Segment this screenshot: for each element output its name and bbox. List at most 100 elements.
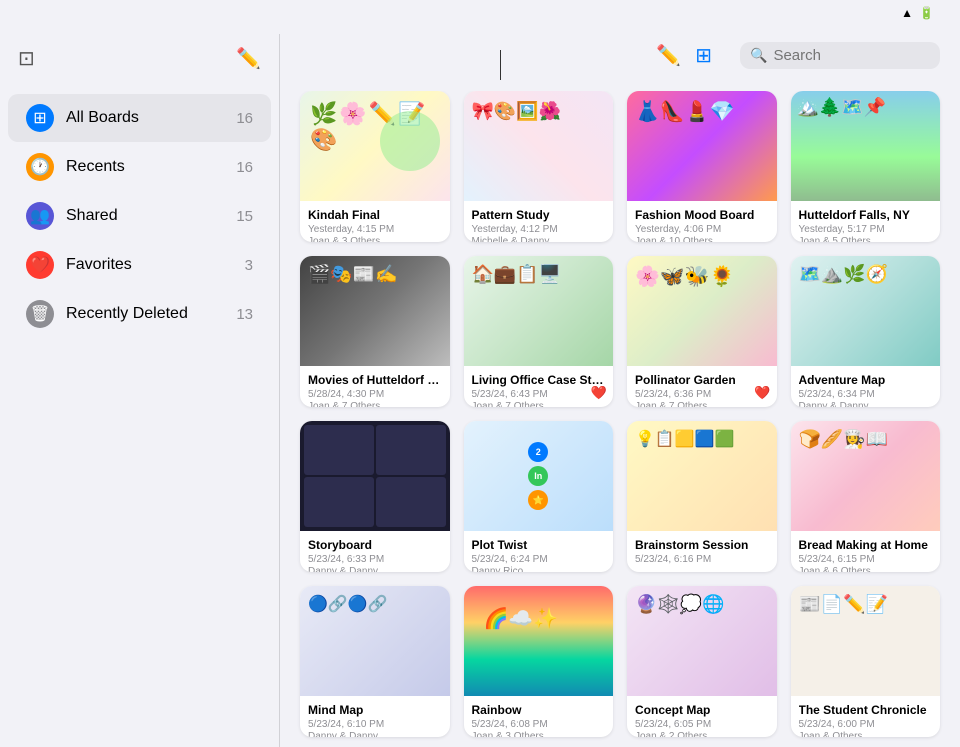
- board-info-adventure-map: Adventure Map 5/23/24, 6:34 PM Danny & D…: [791, 366, 941, 407]
- sidebar-item-recently-deleted[interactable]: 🗑 Recently Deleted 13: [8, 290, 271, 338]
- board-name-pollinator-garden: Pollinator Garden: [635, 373, 769, 387]
- sidebar-item-shared[interactable]: 👥 Shared 15: [8, 192, 271, 240]
- board-date-pattern-study: Yesterday, 4:12 PM: [472, 224, 606, 235]
- board-date-mindmap2: 5/23/24, 6:05 PM: [635, 719, 769, 730]
- board-card-adventure-map[interactable]: Adventure Map 5/23/24, 6:34 PM Danny & D…: [791, 256, 941, 407]
- board-name-mindmap1: Mind Map: [308, 703, 442, 717]
- board-author-mindmap2: Joan & 2 Others: [635, 731, 769, 737]
- board-info-movies-hutteldorf: Movies of Hutteldorf Fa... 5/28/24, 4:30…: [300, 366, 450, 407]
- sidebar-nav: ⊞ All Boards 16 🕐 Recents 16 👥 Shared 15…: [0, 93, 279, 339]
- board-name-brainstorm-session: Brainstorm Session: [635, 538, 769, 552]
- board-thumbnail-rainbow: [464, 586, 614, 696]
- board-author-pattern-study: Michelle & Danny: [472, 236, 606, 242]
- sidebar-icon-recents: 🕐: [26, 153, 54, 181]
- annotation-bar: [0, 24, 960, 34]
- board-author-fashion-mood-board: Joan & 10 Others: [635, 236, 769, 242]
- board-author-movies-hutteldorf: Joan & 7 Others: [308, 401, 442, 407]
- board-info-newspaper: The Student Chronicle 5/23/24, 6:00 PM J…: [791, 696, 941, 737]
- board-thumbnail-brainstorm-session: [627, 421, 777, 531]
- board-date-fashion-mood-board: Yesterday, 4:06 PM: [635, 224, 769, 235]
- board-name-living-office: Living Office Case Study: [472, 373, 606, 387]
- sidebar: ⊡ ✏️ ⊞ All Boards 16 🕐 Recents 16 👥 Shar…: [0, 34, 280, 747]
- board-date-storyboard: 5/23/24, 6:33 PM: [308, 554, 442, 565]
- board-thumbnail-newspaper: [791, 586, 941, 696]
- board-thumbnail-adventure-map: [791, 256, 941, 366]
- board-info-hutteldorf-falls: Hutteldorf Falls, NY Yesterday, 5:17 PM …: [791, 201, 941, 242]
- battery-icon: 🔋: [919, 6, 934, 20]
- sidebar-label-all-boards: All Boards: [66, 109, 139, 127]
- search-bar[interactable]: 🔍 🎙: [740, 42, 940, 69]
- app-container: ⊡ ✏️ ⊞ All Boards 16 🕐 Recents 16 👥 Shar…: [0, 34, 960, 747]
- search-input[interactable]: [773, 47, 960, 64]
- board-thumbnail-kindah-final: [300, 91, 450, 201]
- board-info-rainbow: Rainbow 5/23/24, 6:08 PM Joan & 3 Others: [464, 696, 614, 737]
- board-card-fashion-mood-board[interactable]: Fashion Mood Board Yesterday, 4:06 PM Jo…: [627, 91, 777, 242]
- board-author-living-office: Joan & 7 Others: [472, 401, 606, 407]
- board-card-movies-hutteldorf[interactable]: Movies of Hutteldorf Fa... 5/28/24, 4:30…: [300, 256, 450, 407]
- board-thumbnail-fashion-mood-board: [627, 91, 777, 201]
- board-card-mindmap2[interactable]: Concept Map 5/23/24, 6:05 PM Joan & 2 Ot…: [627, 586, 777, 737]
- board-name-pattern-study: Pattern Study: [472, 208, 606, 222]
- board-thumbnail-mindmap2: [627, 586, 777, 696]
- board-name-kindah-final: Kindah Final: [308, 208, 442, 222]
- sidebar-item-recents[interactable]: 🕐 Recents 16: [8, 143, 271, 191]
- annotation-line: [500, 50, 501, 80]
- main-content: ✏️ ⊞ 🔍 🎙 Kindah Final Yesterday, 4:15 PM…: [280, 34, 960, 747]
- board-card-rainbow[interactable]: Rainbow 5/23/24, 6:08 PM Joan & 3 Others: [464, 586, 614, 737]
- board-thumbnail-living-office: [464, 256, 614, 366]
- board-card-bread-making[interactable]: Bread Making at Home 5/23/24, 6:15 PM Jo…: [791, 421, 941, 572]
- board-info-fashion-mood-board: Fashion Mood Board Yesterday, 4:06 PM Jo…: [627, 201, 777, 242]
- board-card-storyboard[interactable]: Storyboard 5/23/24, 6:33 PM Danny & Dann…: [300, 421, 450, 572]
- board-date-movies-hutteldorf: 5/28/24, 4:30 PM: [308, 389, 442, 400]
- sidebar-icon-all-boards: ⊞: [26, 104, 54, 132]
- favorite-icon-pollinator-garden: ❤️: [754, 385, 770, 401]
- board-info-storyboard: Storyboard 5/23/24, 6:33 PM Danny & Dann…: [300, 531, 450, 572]
- board-name-bread-making: Bread Making at Home: [799, 538, 933, 552]
- wifi-icon: ▲: [901, 6, 913, 20]
- board-date-pollinator-garden: 5/23/24, 6:36 PM: [635, 389, 769, 400]
- board-info-bread-making: Bread Making at Home 5/23/24, 6:15 PM Jo…: [791, 531, 941, 572]
- board-author-hutteldorf-falls: Joan & 5 Others: [799, 236, 933, 242]
- boards-grid: Kindah Final Yesterday, 4:15 PM Joan & 3…: [280, 91, 960, 747]
- board-card-newspaper[interactable]: The Student Chronicle 5/23/24, 6:00 PM J…: [791, 586, 941, 737]
- board-card-hutteldorf-falls[interactable]: Hutteldorf Falls, NY Yesterday, 5:17 PM …: [791, 91, 941, 242]
- status-bar: ▲ 🔋: [0, 0, 960, 24]
- sidebar-toggle-icon[interactable]: ⊡: [18, 46, 35, 71]
- sidebar-count-all-boards: 16: [236, 110, 253, 127]
- sidebar-count-recently-deleted: 13: [236, 306, 253, 323]
- board-card-pollinator-garden[interactable]: Pollinator Garden 5/23/24, 6:36 PM Joan …: [627, 256, 777, 407]
- board-date-brainstorm-session: 5/23/24, 6:16 PM: [635, 554, 769, 565]
- board-thumbnail-mindmap1: [300, 586, 450, 696]
- board-author-pollinator-garden: Joan & 7 Others: [635, 401, 769, 407]
- board-card-pattern-study[interactable]: Pattern Study Yesterday, 4:12 PM Michell…: [464, 91, 614, 242]
- new-board-sidebar-icon[interactable]: ✏️: [236, 46, 261, 71]
- sidebar-label-favorites: Favorites: [66, 256, 132, 274]
- board-date-mindmap1: 5/23/24, 6:10 PM: [308, 719, 442, 730]
- sidebar-count-recents: 16: [236, 159, 253, 176]
- board-date-newspaper: 5/23/24, 6:00 PM: [799, 719, 933, 730]
- board-card-brainstorm-session[interactable]: Brainstorm Session 5/23/24, 6:16 PM: [627, 421, 777, 572]
- board-card-kindah-final[interactable]: Kindah Final Yesterday, 4:15 PM Joan & 3…: [300, 91, 450, 242]
- grid-view-button[interactable]: ⊞: [695, 43, 712, 68]
- board-info-plot-twist: Plot Twist 5/23/24, 6:24 PM Danny Rico: [464, 531, 614, 572]
- board-date-kindah-final: Yesterday, 4:15 PM: [308, 224, 442, 235]
- sidebar-item-all-boards[interactable]: ⊞ All Boards 16: [8, 94, 271, 142]
- board-name-adventure-map: Adventure Map: [799, 373, 933, 387]
- board-name-rainbow: Rainbow: [472, 703, 606, 717]
- board-thumbnail-hutteldorf-falls: [791, 91, 941, 201]
- board-date-living-office: 5/23/24, 6:43 PM: [472, 389, 606, 400]
- board-card-plot-twist[interactable]: 2 In ⭐ Plot Twist 5/23/24, 6:24 PM Danny…: [464, 421, 614, 572]
- sidebar-count-shared: 15: [236, 208, 253, 225]
- board-name-mindmap2: Concept Map: [635, 703, 769, 717]
- board-card-living-office[interactable]: Living Office Case Study 5/23/24, 6:43 P…: [464, 256, 614, 407]
- board-thumbnail-pattern-study: [464, 91, 614, 201]
- board-card-mindmap1[interactable]: Mind Map 5/23/24, 6:10 PM Danny & Danny: [300, 586, 450, 737]
- board-name-plot-twist: Plot Twist: [472, 538, 606, 552]
- new-board-button[interactable]: ✏️: [656, 43, 681, 68]
- sidebar-icon-recently-deleted: 🗑: [26, 300, 54, 328]
- sidebar-label-recents: Recents: [66, 158, 125, 176]
- board-date-rainbow: 5/23/24, 6:08 PM: [472, 719, 606, 730]
- board-info-pattern-study: Pattern Study Yesterday, 4:12 PM Michell…: [464, 201, 614, 242]
- sidebar-item-favorites[interactable]: ❤️ Favorites 3: [8, 241, 271, 289]
- board-author-bread-making: Joan & 6 Others: [799, 566, 933, 572]
